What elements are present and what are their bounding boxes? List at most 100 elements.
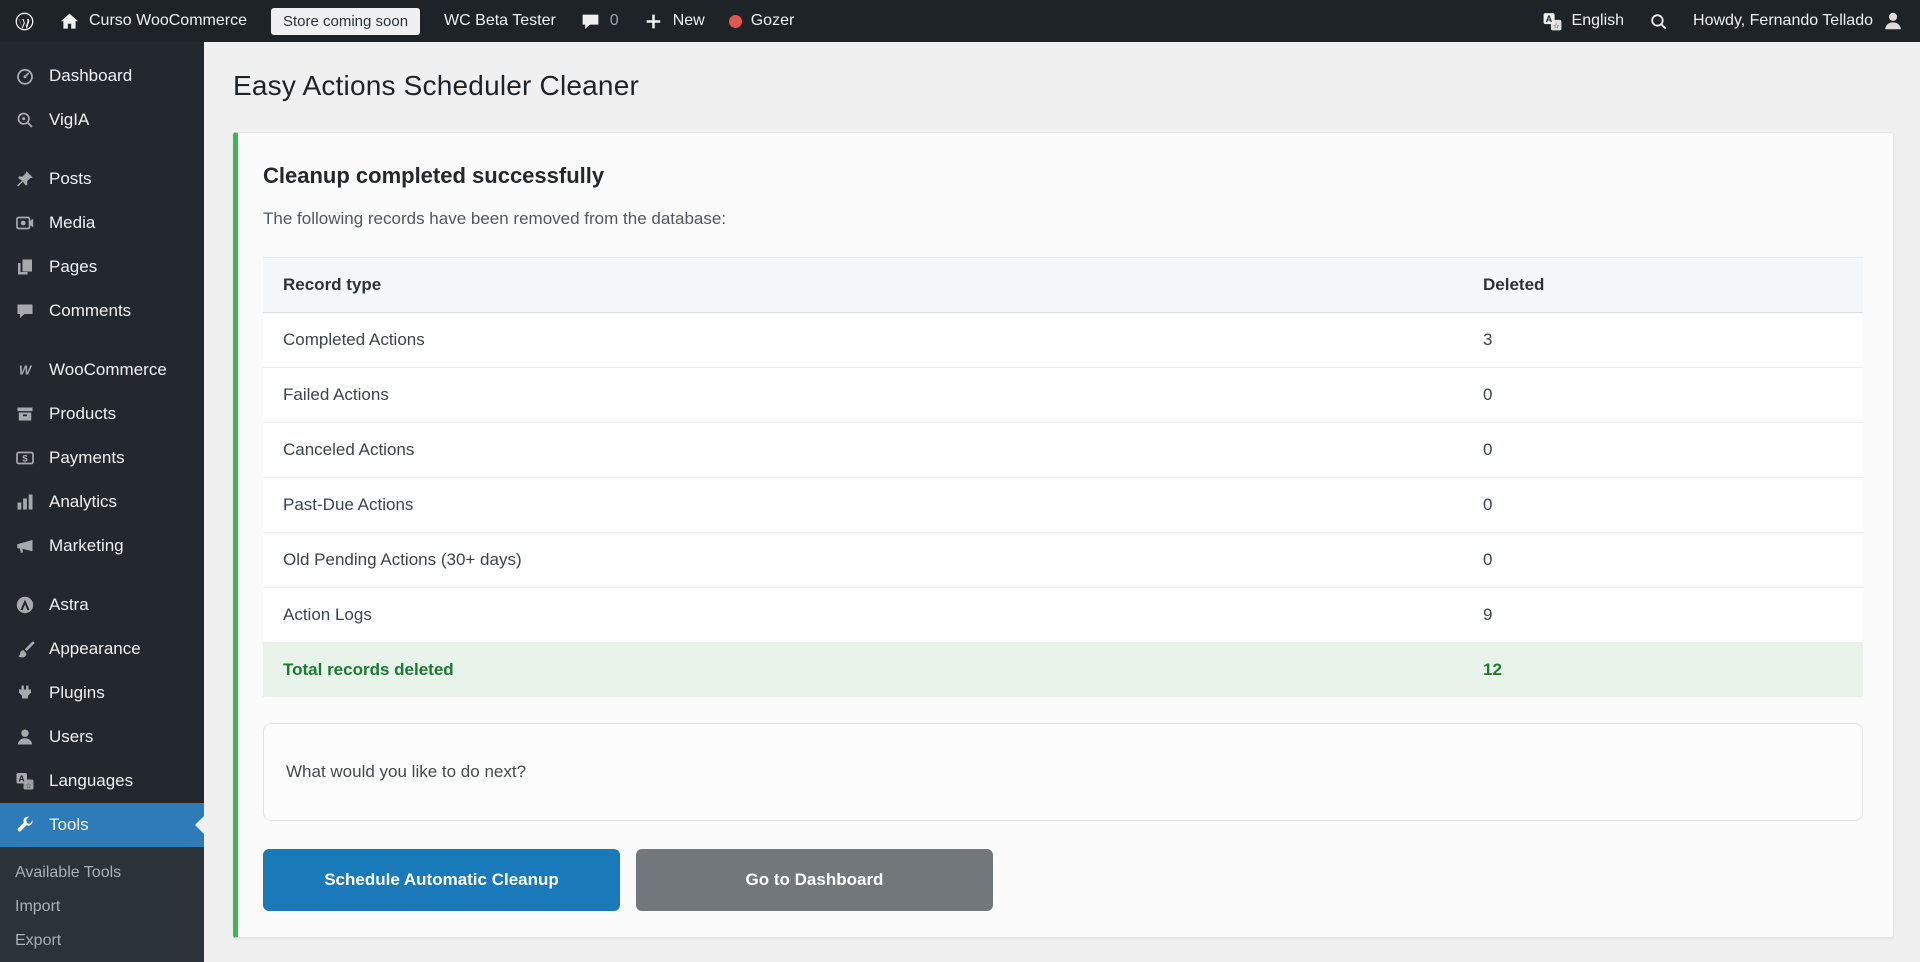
go-to-dashboard-button[interactable]: Go to Dashboard [636,849,993,911]
wc-beta-tester-link[interactable]: WC Beta Tester [444,12,556,30]
appearance-icon [14,638,36,660]
sidebar-item-languages[interactable]: A ☆ Languages [0,759,204,803]
sidebar-item-plugins[interactable]: Plugins [0,671,204,715]
admin-bar: Curso WooCommerce Store coming soon WC B… [0,0,1920,42]
total-label: Total records deleted [283,660,454,679]
success-notice-card: Cleanup completed successfully The follo… [233,132,1894,938]
sidebar-item-payments[interactable]: $ Payments [0,436,204,480]
deleted-count-cell: 0 [1483,550,1493,569]
page-title: Easy Actions Scheduler Cleaner [233,70,639,101]
sidebar-item-pages[interactable]: Pages [0,245,204,289]
sidebar-item-users[interactable]: Users [0,715,204,759]
home-icon [59,11,80,32]
sidebar-item-label: VigIA [49,110,90,129]
column-header-record-type: Record type [283,275,382,294]
deleted-count-cell: 9 [1483,605,1493,624]
sidebar-item-marketing[interactable]: Marketing [0,524,204,568]
products-icon [14,403,36,425]
sidebar-subitem-export[interactable]: Export [0,924,204,958]
sidebar-item-products[interactable]: Products [0,392,204,436]
sidebar-subitem-available-tools[interactable]: Available Tools [0,856,204,890]
menu-separator [0,142,204,157]
users-icon [14,726,36,748]
record-type-cell: Failed Actions [283,385,389,404]
sidebar-item-label: Appearance [49,639,141,658]
sidebar-item-label: Analytics [49,492,118,511]
search-button[interactable] [1648,11,1669,32]
record-type-cell: Old Pending Actions (30+ days) [283,550,522,569]
deleted-count-cell: 0 [1483,495,1493,514]
table-row: Past-Due Actions 0 [263,478,1863,533]
gozer-link[interactable]: Gozer [728,12,795,30]
sidebar-item-posts[interactable]: Posts [0,157,204,201]
sidebar-item-label: Astra [49,595,89,614]
site-link[interactable]: Curso WooCommerce [59,11,247,32]
sidebar-item-astra[interactable]: Astra [0,583,204,627]
comments-count: 0 [609,12,619,29]
woocommerce-icon: W [14,359,36,381]
plugins-icon [14,682,36,704]
payments-icon: $ [14,447,36,469]
table-total-row: Total records deleted 12 [263,643,1863,697]
admin-bar-left: Curso WooCommerce Store coming soon WC B… [14,7,795,35]
table-row: Action Logs 9 [263,588,1863,643]
svg-text:☆: ☆ [1552,21,1559,30]
schedule-automatic-cleanup-button[interactable]: Schedule Automatic Cleanup [263,849,620,911]
total-value: 12 [1483,660,1502,679]
account-menu[interactable]: Howdy, Fernando Tellado [1693,10,1904,32]
translation-icon: A ☆ [1542,11,1563,32]
plus-icon [643,11,664,32]
sidebar-item-label: WooCommerce [49,360,167,379]
gozer-label: Gozer [750,12,795,29]
sidebar-item-woocommerce[interactable]: W WooCommerce [0,348,204,392]
analytics-icon [14,491,36,513]
sidebar-item-analytics[interactable]: Analytics [0,480,204,524]
coming-soon-badge[interactable]: Store coming soon [270,7,421,35]
admin-bar-right: A ☆ English Howdy, Fernando Tellado [1542,10,1904,32]
svg-text:A: A [19,774,25,784]
new-label: New [672,12,705,29]
next-steps-prompt: What would you like to do next? [286,762,527,781]
language-label: English [1571,12,1625,29]
record-type-cell: Completed Actions [283,330,425,349]
sidebar-item-label: Marketing [49,536,124,555]
sidebar-item-label: Media [49,213,96,232]
table-row: Failed Actions 0 [263,368,1863,423]
media-icon [14,212,36,234]
language-switcher[interactable]: A ☆ English [1542,11,1624,32]
sidebar-item-label: Posts [49,169,92,188]
wordpress-logo-icon[interactable] [14,11,35,32]
notice-heading: Cleanup completed successfully [263,163,605,188]
avatar [1882,10,1904,32]
tools-icon [14,814,36,836]
svg-text:☆: ☆ [25,782,31,790]
sidebar-item-label: Languages [49,771,134,790]
dashboard-icon [14,65,36,87]
pages-icon [14,256,36,278]
languages-icon: A ☆ [14,770,36,792]
main-content: Easy Actions Scheduler Cleaner Cleanup c… [204,0,1920,938]
menu-separator [0,333,204,348]
menu-separator [0,568,204,583]
record-type-cell: Canceled Actions [283,440,415,459]
svg-text:A: A [1545,14,1552,24]
sidebar-item-media[interactable]: Media [0,201,204,245]
deleted-count-cell: 0 [1483,385,1493,404]
sidebar-item-tools[interactable]: Tools [0,803,204,847]
sidebar-item-vigia[interactable]: VigIA [0,98,204,142]
comment-bubble-icon [580,11,601,32]
new-content-link[interactable]: New [643,11,705,32]
sidebar-subitem-import[interactable]: Import [0,890,204,924]
svg-text:W: W [19,363,33,378]
sidebar-item-appearance[interactable]: Appearance [0,627,204,671]
viga-icon [14,109,36,131]
sidebar-item-label: Users [49,727,94,746]
table-row: Old Pending Actions (30+ days) 0 [263,533,1863,588]
comments-link[interactable]: 0 [580,11,619,32]
sidebar-item-dashboard[interactable]: Dashboard [0,54,204,98]
deleted-count-cell: 3 [1483,330,1493,349]
sidebar-item-comments[interactable]: Comments [0,289,204,333]
table-header-row: Record type Deleted [263,257,1863,313]
posts-icon [14,168,36,190]
sidebar-item-label: Products [49,404,117,423]
